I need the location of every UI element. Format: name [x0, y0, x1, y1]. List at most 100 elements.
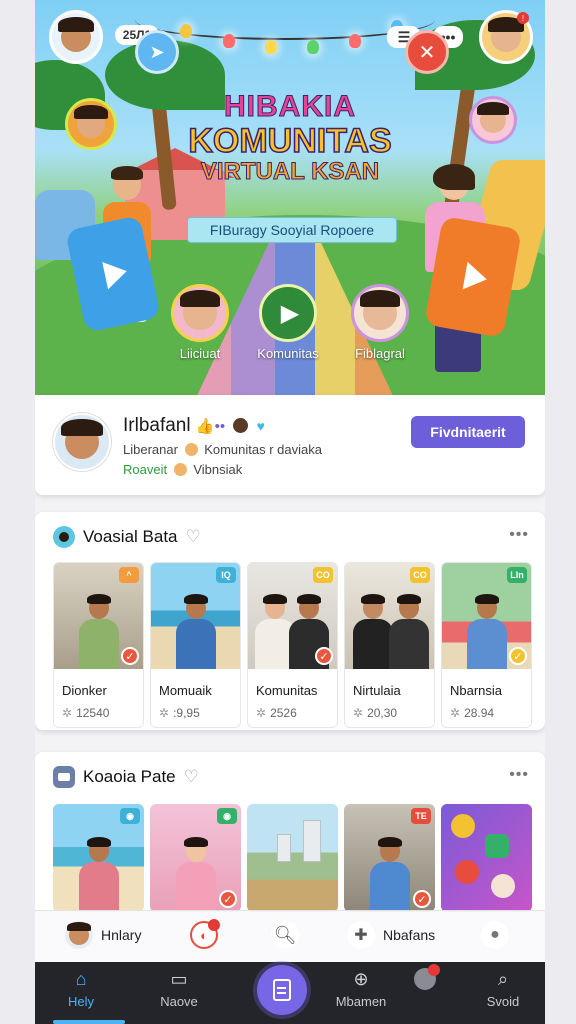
- notification-dot: !: [517, 12, 529, 24]
- profile-button[interactable]: ●: [481, 921, 509, 949]
- nav-home[interactable]: ⌂ Hely: [41, 968, 121, 1010]
- section-avatar-icon: [53, 526, 75, 548]
- search-button[interactable]: 🔍︎: [271, 921, 299, 949]
- quick-actions-bar: Hnlary ◐ 🔍︎ ✚ Nbafans ●: [35, 910, 545, 962]
- badge-icon: ◉: [217, 808, 237, 824]
- section-header: Koaoia Pate ♡: [53, 766, 199, 788]
- light-bulb: [180, 24, 192, 38]
- badge-icon: ◉: [120, 808, 140, 824]
- media-count-value: 12540: [76, 706, 110, 720]
- light-bulb: [265, 40, 277, 54]
- light-bulb: [223, 34, 235, 48]
- media-card[interactable]: TE ✓: [344, 804, 435, 912]
- profile-name: Irlbafanl: [123, 415, 191, 436]
- gear-icon: ✲: [353, 706, 364, 720]
- media-count: ✲ 20,30: [353, 706, 397, 720]
- create-post-button[interactable]: [257, 965, 307, 1015]
- section-voasial-bata: Voasial Bata ♡ ••• ^ ✓ Dionker ✲ 12540 IQ…: [35, 512, 545, 730]
- quick-action-hnlary[interactable]: Hnlary: [65, 921, 141, 949]
- media-count-value: 28.94: [464, 706, 495, 720]
- hero-banner[interactable]: 25Л1 ➤ ☰ ••• ✕ ! HIBAKIA KOMUNITAS VIRTU…: [35, 0, 545, 395]
- media-count-value: 2526: [270, 706, 297, 720]
- category-fiblagral-button[interactable]: [351, 284, 409, 342]
- profile-meta-b: Vibnsiak: [193, 462, 243, 477]
- media-card[interactable]: [247, 804, 338, 912]
- profile-subtitle-b: Komunitas r daviaka: [204, 442, 322, 457]
- badge-icon: ^: [119, 567, 139, 583]
- notification-button[interactable]: ◐: [190, 919, 220, 949]
- profile-avatar[interactable]: [53, 413, 111, 471]
- media-title: Nirtulaia: [353, 683, 401, 698]
- emoji-icon: [233, 418, 249, 433]
- nav-mbamen[interactable]: ⊕ Mbamen: [321, 968, 401, 1010]
- search-icon: 🔍︎: [271, 921, 299, 949]
- category-label: Liiciuat: [179, 346, 221, 361]
- check-icon: ✓: [121, 647, 139, 665]
- media-count: ✲ 28.94: [450, 706, 494, 720]
- profile-card: Irlbafanl 👍•• ♥ Liberanar Komunitas r da…: [35, 395, 545, 495]
- crosshair-icon: ⊕: [353, 968, 369, 989]
- more-options-icon[interactable]: •••: [509, 766, 529, 784]
- hero-title-line-1: HIBAKIA: [224, 90, 356, 123]
- section-header: Voasial Bata ♡: [53, 526, 201, 548]
- media-row: ^ ✓ Dionker ✲ 12540 IQ Momuaik ✲:9,95 CO: [53, 562, 532, 728]
- gear-icon: ✲: [450, 706, 461, 720]
- section-title: Koaoia Pate: [83, 767, 176, 786]
- badge-icon: TE: [411, 808, 431, 824]
- heart-icon[interactable]: ♡: [186, 527, 201, 547]
- emoji-icon: [173, 463, 187, 476]
- check-icon: ✓: [315, 647, 333, 665]
- nav-active-indicator: [53, 1020, 125, 1024]
- person-icon: ●: [481, 921, 509, 949]
- gear-icon: ✲: [159, 706, 170, 720]
- emoji-icon: [184, 443, 198, 456]
- follow-button[interactable]: Fivdnitaerit: [411, 416, 525, 448]
- notification-dot: [208, 919, 220, 931]
- gear-icon: ✲: [256, 706, 267, 720]
- check-icon: ✓: [219, 890, 237, 908]
- profile-name-row: Irlbafanl 👍•• ♥: [123, 415, 265, 437]
- media-card[interactable]: CO Nirtulaia ✲ 20,30: [344, 562, 435, 728]
- media-card[interactable]: IQ Momuaik ✲:9,95: [150, 562, 241, 728]
- search-icon: ⌕: [497, 968, 509, 989]
- friend-avatar[interactable]: [65, 98, 117, 150]
- user-avatar[interactable]: [49, 10, 103, 64]
- category-liiciuat-button[interactable]: [171, 284, 229, 342]
- heart-icon[interactable]: ♡: [184, 767, 199, 787]
- media-card[interactable]: [441, 804, 532, 912]
- media-card[interactable]: ◉: [53, 804, 144, 912]
- quick-action-label: Nbafans: [383, 927, 436, 943]
- bell-icon: [412, 964, 440, 990]
- puzzle-icon: ✚: [347, 921, 375, 949]
- nav-svoid[interactable]: ⌕ Svoid: [463, 968, 543, 1010]
- section-avatar-icon: [53, 766, 75, 788]
- more-options-icon[interactable]: •••: [509, 526, 529, 544]
- media-title: Dionker: [62, 683, 107, 698]
- nav-notifications[interactable]: [395, 964, 455, 994]
- media-card[interactable]: ◉ ✓: [150, 804, 241, 912]
- friend-avatar[interactable]: [469, 96, 517, 144]
- light-bulb: [307, 40, 319, 54]
- heart-icon: ♥: [256, 418, 265, 434]
- badge-icon: CO: [410, 567, 430, 583]
- hero-title: HIBAKIA KOMUNITAS VIRTUAL KSAN: [175, 90, 405, 184]
- inbox-icon: ▭: [170, 968, 188, 989]
- media-count: ✲:9,95: [159, 706, 200, 720]
- quick-action-nbafans[interactable]: ✚ Nbafans: [347, 921, 435, 949]
- quick-action-label: Hnlary: [101, 927, 142, 943]
- badge-icon: CO: [313, 567, 333, 583]
- profile-meta-a: Roaveit: [123, 462, 168, 477]
- media-card[interactable]: CO ✓ Komunitas ✲ 2526: [247, 562, 338, 728]
- media-card[interactable]: Lln ✓ Nbarnsia ✲ 28.94: [441, 562, 532, 728]
- section-title: Voasial Bata: [83, 527, 178, 546]
- notification-icon: ◐: [190, 919, 220, 949]
- nav-naove[interactable]: ▭ Naove: [139, 968, 219, 1010]
- media-card[interactable]: ^ ✓ Dionker ✲ 12540: [53, 562, 144, 728]
- category-label: Komunitas: [257, 346, 319, 361]
- notification-dot: [428, 964, 440, 976]
- media-title: Nbarnsia: [450, 683, 503, 698]
- document-icon: [273, 979, 291, 1001]
- play-button[interactable]: ▶: [259, 284, 317, 342]
- hero-ribbon: FIBuragy Sooyial Ropoere: [187, 217, 397, 243]
- send-icon[interactable]: ➤: [135, 30, 179, 74]
